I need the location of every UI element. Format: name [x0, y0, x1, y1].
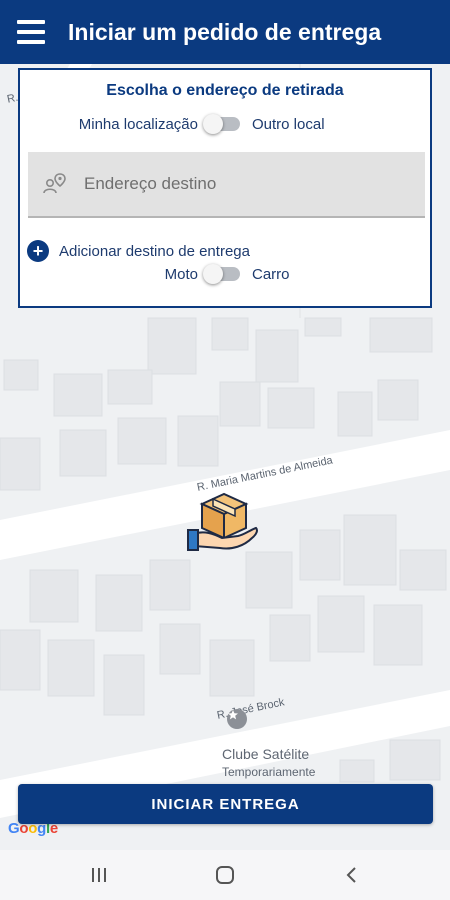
- app-bar: Iniciar um pedido de entrega: [0, 0, 450, 64]
- location-toggle-switch[interactable]: [203, 114, 240, 134]
- destination-address-field[interactable]: Endereço destino: [28, 152, 425, 218]
- system-nav-bar: [0, 850, 450, 900]
- destination-placeholder: Endereço destino: [84, 174, 217, 193]
- poi-name: Clube Satélite: [222, 746, 310, 762]
- carro-label: Carro: [252, 266, 290, 283]
- panel-title: Escolha o endereço de retirada: [106, 82, 344, 99]
- start-delivery-button[interactable]: INICIAR ENTREGA: [18, 784, 433, 824]
- location-pin-person-icon: [43, 173, 66, 194]
- back-icon[interactable]: [339, 863, 363, 887]
- vehicle-toggle-switch[interactable]: [203, 264, 240, 284]
- plus-circle-icon: +: [27, 240, 49, 262]
- toggle-knob: [203, 264, 223, 284]
- poi-status: Temporariamente: [222, 765, 316, 779]
- moto-label: Moto: [164, 266, 198, 283]
- add-destination-label: Adicionar destino de entrega: [59, 242, 250, 260]
- other-location-label: Outro local: [252, 116, 325, 133]
- delivery-box-hand-icon: [186, 490, 260, 556]
- my-location-label: Minha localização: [78, 116, 198, 133]
- add-destination-button[interactable]: + Adicionar destino de entrega: [27, 240, 250, 262]
- hamburger-menu-icon[interactable]: [17, 20, 45, 44]
- recent-apps-icon[interactable]: [87, 863, 111, 887]
- poi-marker-icon[interactable]: [227, 709, 247, 729]
- page-title: Iniciar um pedido de entrega: [68, 18, 382, 45]
- home-icon[interactable]: [213, 863, 237, 887]
- toggle-knob: [203, 114, 223, 134]
- pickup-panel: Escolha o endereço de retirada Minha loc…: [18, 68, 432, 308]
